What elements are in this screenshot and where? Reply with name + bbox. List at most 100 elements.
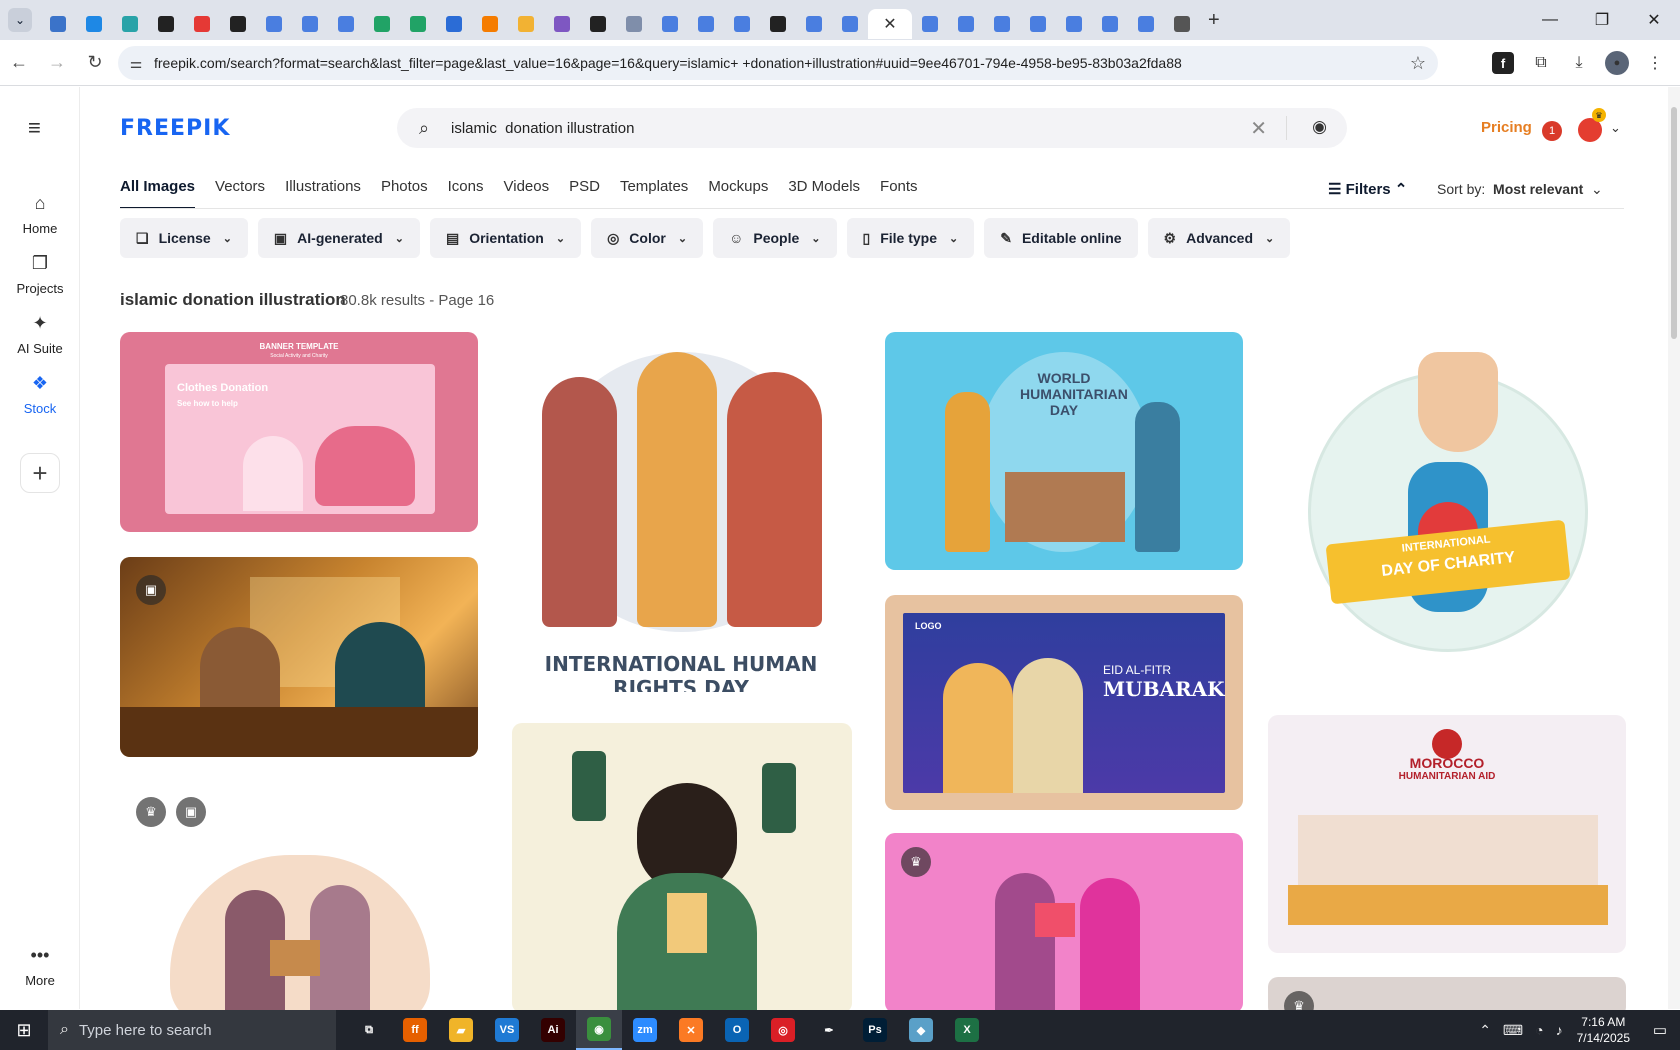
tab-photos[interactable]: Photos	[381, 178, 428, 209]
extensions-icon[interactable]: ⧉	[1524, 46, 1558, 80]
sidebar-item-stock[interactable]: ❖ Stock	[0, 373, 80, 416]
chevron-down-icon[interactable]: ⌄	[1610, 120, 1621, 136]
browser-tab[interactable]	[912, 9, 948, 39]
filter-editable-online[interactable]: ✎ Editable online	[984, 218, 1138, 258]
browser-tab[interactable]	[40, 9, 76, 39]
result-card-women-donation[interactable]: ♛ ▣	[120, 785, 478, 1010]
hamburger-menu-icon[interactable]: ≡	[28, 115, 41, 141]
new-tab-button[interactable]: +	[1208, 9, 1220, 39]
sort-dropdown[interactable]: Sort by: Most relevant ⌄	[1437, 181, 1603, 198]
browser-tab[interactable]	[984, 9, 1020, 39]
taskbar-app-excel[interactable]: X	[944, 1010, 990, 1050]
taskbar-app-chrome[interactable]: ◉	[576, 1010, 622, 1050]
site-info-icon[interactable]: ⚌	[118, 55, 154, 72]
notification-badge[interactable]: 1	[1542, 121, 1562, 141]
clear-search-icon[interactable]: ✕	[1250, 116, 1267, 141]
scrollbar-thumb[interactable]	[1671, 107, 1677, 339]
network-icon[interactable]: ⌨	[1503, 1022, 1523, 1039]
browser-tab[interactable]	[1056, 9, 1092, 39]
browser-tab[interactable]	[1128, 9, 1164, 39]
tab-3d-models[interactable]: 3D Models	[788, 178, 860, 209]
result-card-ramadan-woman[interactable]	[512, 723, 852, 1013]
result-card-gift-giving[interactable]: ♛	[885, 833, 1243, 1013]
wifi-icon[interactable]: ◔	[1535, 1022, 1543, 1038]
chevron-up-icon[interactable]: ⌃	[1479, 1022, 1491, 1039]
windows-start-icon[interactable]: ⊞	[0, 1010, 48, 1050]
filter-license[interactable]: ❏ License ⌄	[120, 218, 248, 258]
tab-mockups[interactable]: Mockups	[708, 178, 768, 209]
taskbar-search[interactable]: ⌕ Type here to search	[48, 1010, 336, 1050]
taskbar-app-task-view[interactable]: ⧉	[346, 1010, 392, 1050]
reload-icon[interactable]: ↻	[76, 44, 114, 82]
sidebar-item-ai-suite[interactable]: ✦ AI Suite	[0, 313, 80, 356]
maximize-icon[interactable]: ❐	[1576, 0, 1628, 40]
taskbar-app-pen-tool[interactable]: ✒	[806, 1010, 852, 1050]
font-extension-icon[interactable]: f	[1492, 52, 1514, 74]
taskbar-app-photoshop[interactable]: Ps	[852, 1010, 898, 1050]
sidebar-item-projects[interactable]: ❐ Projects	[0, 253, 80, 296]
notification-center-icon[interactable]: ▭	[1640, 1021, 1680, 1039]
browser-tab[interactable]	[1020, 9, 1056, 39]
tab-vectors[interactable]: Vectors	[215, 178, 265, 209]
taskbar-app-firefox[interactable]: ff	[392, 1010, 438, 1050]
sidebar-item-home[interactable]: ⌂ Home	[0, 193, 80, 236]
browser-tab[interactable]	[328, 9, 364, 39]
result-card-day-of-charity[interactable]: INTERNATIONAL DAY OF CHARITY	[1268, 332, 1626, 692]
result-card-family-meal[interactable]: ▣	[120, 557, 478, 757]
browser-tab[interactable]	[436, 9, 472, 39]
browser-tab[interactable]	[688, 9, 724, 39]
browser-tab[interactable]	[760, 9, 796, 39]
taskbar-app-zoom[interactable]: zm	[622, 1010, 668, 1050]
tab-psd[interactable]: PSD	[569, 178, 600, 209]
filters-toggle[interactable]: ☰ Filters ⌃	[1328, 180, 1407, 198]
tab-search-button[interactable]: ⌄	[8, 8, 32, 32]
browser-tab[interactable]	[948, 9, 984, 39]
forward-icon[interactable]: →	[38, 44, 76, 82]
camera-search-icon[interactable]: ◉	[1312, 117, 1327, 137]
volume-icon[interactable]: ♪	[1556, 1022, 1563, 1038]
close-window-icon[interactable]: ✕	[1628, 0, 1680, 40]
browser-tab[interactable]	[400, 9, 436, 39]
sidebar-item-more[interactable]: ••• More	[0, 945, 80, 988]
profile-avatar[interactable]: ●	[1605, 51, 1629, 75]
filter-orientation[interactable]: ▤ Orientation ⌄	[429, 218, 582, 258]
download-icon[interactable]: ⤓	[1562, 46, 1596, 80]
result-card-eid-mubarak[interactable]: LOGO EID AL-FITR MUBARAK	[885, 595, 1243, 810]
page-scrollbar[interactable]	[1668, 87, 1680, 1009]
tab-videos[interactable]: Videos	[504, 178, 550, 209]
browser-tab[interactable]	[184, 9, 220, 39]
taskbar-app-app-diamond[interactable]: ◆	[898, 1010, 944, 1050]
browser-tab[interactable]	[1164, 9, 1200, 39]
tab-all-images[interactable]: All Images	[120, 178, 196, 209]
chrome-menu-icon[interactable]: ⋮	[1638, 46, 1672, 80]
search-bar[interactable]: ⌕ islamic donation illustration ✕ ◉	[397, 108, 1347, 148]
browser-tab[interactable]	[616, 9, 652, 39]
url-text[interactable]: freepik.com/search?format=search&last_fi…	[154, 55, 1182, 71]
tab-icons[interactable]: Icons	[448, 178, 484, 209]
search-input[interactable]: islamic donation illustration	[451, 120, 634, 137]
browser-tab[interactable]	[1092, 9, 1128, 39]
browser-tab[interactable]	[76, 9, 112, 39]
browser-tab[interactable]	[364, 9, 400, 39]
close-tab-icon[interactable]: ✕	[883, 14, 896, 34]
taskbar-app-file-explorer[interactable]: ▰	[438, 1010, 484, 1050]
tab-templates[interactable]: Templates	[620, 178, 688, 209]
tab-fonts[interactable]: Fonts	[880, 178, 918, 209]
taskbar-app-illustrator[interactable]: Ai	[530, 1010, 576, 1050]
filter-color[interactable]: ◎ Color ⌄	[591, 218, 704, 258]
taskbar-app-outlook[interactable]: O	[714, 1010, 760, 1050]
filter-file-type[interactable]: ▯ File type ⌄	[846, 218, 975, 258]
result-card-morocco-aid[interactable]: MOROCCO HUMANITARIAN AID	[1268, 715, 1626, 953]
browser-tab[interactable]	[580, 9, 616, 39]
browser-tab[interactable]	[724, 9, 760, 39]
bookmark-star-icon[interactable]: ☆	[1410, 53, 1426, 74]
browser-tab[interactable]	[472, 9, 508, 39]
browser-tab[interactable]	[544, 9, 580, 39]
browser-tab[interactable]	[652, 9, 688, 39]
minimize-icon[interactable]: —	[1524, 0, 1576, 40]
browser-tab-active[interactable]: ✕	[868, 9, 912, 39]
add-button[interactable]: +	[20, 453, 60, 493]
browser-tab[interactable]	[220, 9, 256, 39]
system-clock[interactable]: 7:16 AM 7/14/2025	[1577, 1014, 1630, 1046]
result-card-human-rights-day[interactable]: INTERNATIONAL HUMAN RIGHTS DAY	[502, 332, 860, 692]
